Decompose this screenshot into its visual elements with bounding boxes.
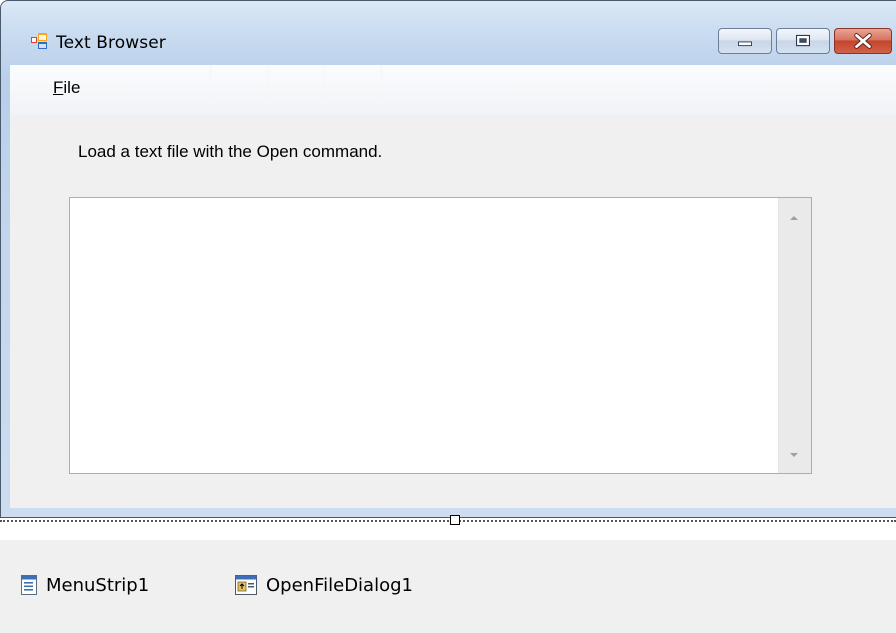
text-display-box[interactable] <box>69 197 812 474</box>
close-button[interactable] <box>834 28 892 54</box>
openfiledialog-icon <box>235 575 257 595</box>
title-bar[interactable]: Text Browser <box>1 1 896 65</box>
vertical-scrollbar[interactable] <box>778 198 811 473</box>
menustrip-icon <box>21 575 37 595</box>
tray-item-menustrip[interactable]: MenuStrip1 <box>20 574 149 596</box>
scroll-down-arrow-icon[interactable] <box>787 451 801 459</box>
resize-handle[interactable] <box>450 515 460 525</box>
minimize-button[interactable] <box>718 28 772 54</box>
menu-item-file[interactable]: File <box>53 78 80 98</box>
form-client-area: File Load a text file with the Open comm… <box>10 65 896 508</box>
maximize-button[interactable] <box>776 28 830 54</box>
maximize-icon <box>795 34 811 47</box>
menu-strip: File <box>10 65 896 115</box>
form-window[interactable]: Text Browser File Load a text file with … <box>0 0 896 518</box>
window-title: Text Browser <box>56 33 166 53</box>
form-selection-border <box>0 520 896 522</box>
tray-item-label: MenuStrip1 <box>46 574 150 596</box>
tray-item-label: OpenFileDialog1 <box>266 574 413 596</box>
scroll-up-arrow-icon[interactable] <box>787 214 801 222</box>
tray-item-openfiledialog[interactable]: OpenFileDialog1 <box>234 574 413 596</box>
component-tray: MenuStrip1 OpenFileDialog1 <box>0 540 896 633</box>
menu-file-mnemonic: F <box>53 78 64 97</box>
menu-file-label: ile <box>63 78 81 97</box>
form-icon <box>31 33 47 49</box>
instruction-label: Load a text file with the Open command. <box>78 142 383 161</box>
minimize-icon <box>738 41 752 47</box>
close-icon <box>854 33 872 49</box>
caption-buttons <box>718 28 892 54</box>
